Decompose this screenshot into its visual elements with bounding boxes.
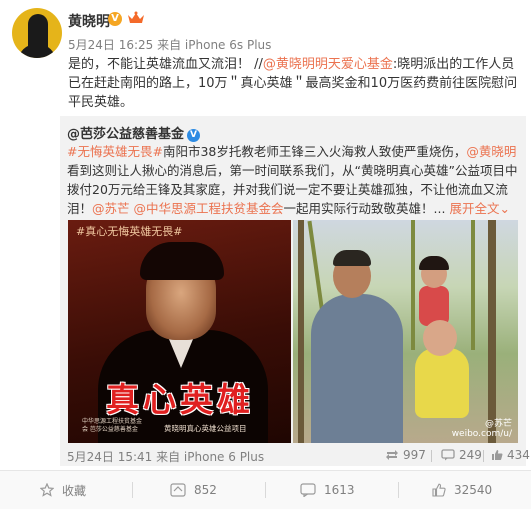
child-figure-head <box>423 320 457 356</box>
repost-like-stat[interactable]: 434 <box>491 448 530 462</box>
author-avatar[interactable] <box>12 8 62 58</box>
repost-button[interactable]: 852 <box>170 471 217 509</box>
repost-count: 997 <box>403 448 426 462</box>
like-count: 434 <box>507 448 530 462</box>
repost-repost-stat[interactable]: 997 <box>385 448 426 462</box>
image-watermark: @苏芒 weibo.com/u/ <box>452 419 512 439</box>
repost-icon <box>385 449 399 461</box>
like-thumb-icon <box>432 483 446 497</box>
star-icon <box>40 483 54 497</box>
chevron-down-icon: ⌄ <box>499 201 510 216</box>
favorite-button[interactable]: 收藏 <box>40 471 86 509</box>
hashtag-link[interactable]: #无悔英雄无畏# <box>67 144 163 159</box>
poster-tagline: #真心无悔英雄无畏# <box>76 225 183 238</box>
watermark-line2: weibo.com/u/ <box>451 429 512 439</box>
repost-author[interactable]: @芭莎公益慈善基金 V <box>67 123 201 142</box>
mention-link[interactable]: @苏芒 <box>92 201 130 216</box>
divider <box>398 482 399 498</box>
comment-count: 1613 <box>324 483 355 497</box>
verified-badge-icon: V <box>108 12 122 26</box>
divider <box>265 482 266 498</box>
repost-time[interactable]: 5月24日 15:41 来自 iPhone 6 Plus <box>67 448 264 465</box>
post-text-prefix: 是的，不能让英雄流血又流泪！ // <box>68 57 263 72</box>
author-name[interactable]: 黄晓明 <box>68 11 110 31</box>
comment-icon <box>300 483 316 497</box>
weibo-post-card: 黄晓明 V 5月24日 16:25 来自 iPhone 6s Plus 是的，不… <box>0 0 531 509</box>
tree-trunk <box>298 220 304 443</box>
repost-icon <box>170 483 186 497</box>
like-thumb-icon <box>491 449 503 461</box>
comment-icon <box>441 449 455 461</box>
post-meta: 5月24日 16:25 来自 iPhone 6s Plus <box>68 38 272 52</box>
repost-count: 852 <box>194 483 217 497</box>
favorite-label: 收藏 <box>62 483 87 498</box>
divider <box>132 482 133 498</box>
like-count: 32540 <box>454 483 493 497</box>
swing-rope <box>411 220 415 350</box>
poster-title: 真心英雄 <box>106 380 254 419</box>
girl-figure-hair <box>419 256 449 270</box>
like-button[interactable]: 32540 <box>432 471 492 509</box>
child-figure-body <box>415 348 469 418</box>
poster-fine-print: 中华思源工程扶贫基金会 芭莎公益慈善基金 <box>82 418 143 433</box>
swing-rope <box>471 220 475 350</box>
divider <box>483 450 484 462</box>
poster-figure-hair <box>140 242 224 280</box>
photo-image[interactable]: @苏芒 weibo.com/u/ <box>293 220 518 443</box>
man-figure-body <box>311 294 403 443</box>
repost-comment-stat[interactable]: 249 <box>441 448 482 462</box>
tree-trunk <box>488 220 496 443</box>
man-figure-hair <box>333 250 371 266</box>
mention-link[interactable]: @黄晓明 <box>466 144 516 159</box>
action-bar: 收藏 852 1613 32540 <box>0 470 531 509</box>
comment-count: 249 <box>459 448 482 462</box>
expand-full-text-link[interactable]: 展开全文⌄ <box>449 201 510 216</box>
post-body: 是的，不能让英雄流血又流泪！ //@黄晓明明天爱心基金:晓明派出的工作人员已在赶… <box>68 55 520 112</box>
poster-subtitle: 黄晓明真心英雄公益项目 <box>164 424 247 433</box>
comment-button[interactable]: 1613 <box>300 471 355 509</box>
repost-text-part: 一起用实际行动致敬英雄！... <box>283 201 446 216</box>
expand-label: 展开全文 <box>449 201 500 216</box>
divider <box>431 450 432 462</box>
poster-image[interactable]: #真心无悔英雄无畏# 真心英雄 中华思源工程扶贫基金会 芭莎公益慈善基金 黄晓明… <box>68 220 291 443</box>
reposted-content: @芭莎公益慈善基金 V #无悔英雄无畏#南阳市38岁托教老师王锋三入火海救人致使严… <box>60 116 530 466</box>
watermark-line1: @苏芒 <box>484 419 512 429</box>
mention-link[interactable]: @黄晓明明天爱心基金 <box>263 57 393 72</box>
member-crown-icon <box>127 11 145 25</box>
repost-body: #无悔英雄无畏#南阳市38岁托教老师王锋三入火海救人致使严重烧伤，@黄晓明看到这… <box>67 142 523 218</box>
repost-author-name[interactable]: @芭莎公益慈善基金 <box>67 127 184 142</box>
repost-text-part: 南阳市38岁托教老师王锋三入火海救人致使严重烧伤， <box>162 144 467 159</box>
avatar-shoulder <box>18 44 56 58</box>
verified-blue-icon: V <box>187 129 201 142</box>
mention-link[interactable]: @中华思源工程扶贫基金会 <box>134 201 284 216</box>
repost-footer: 5月24日 15:41 来自 iPhone 6 Plus 997 249 434 <box>67 448 530 465</box>
